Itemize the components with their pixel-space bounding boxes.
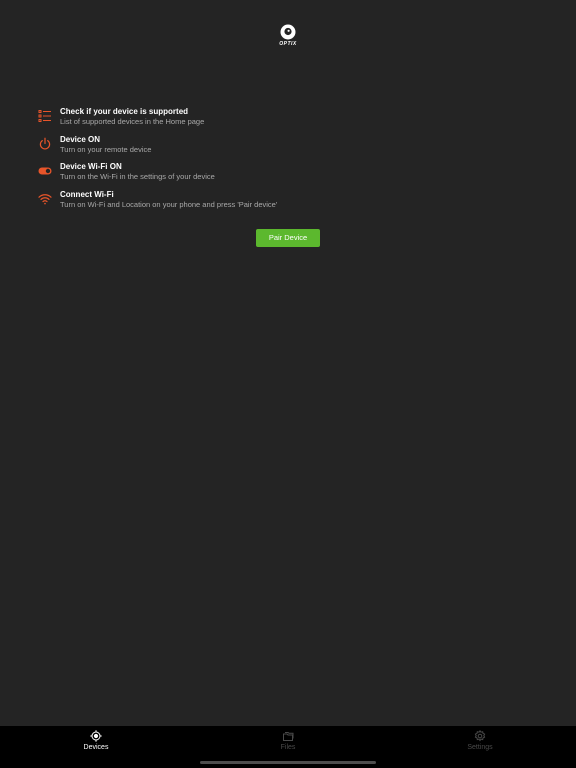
home-indicator[interactable] [200,761,376,764]
tab-label: Settings [467,744,493,751]
optix-logo-icon [280,24,296,40]
step-title: Device Wi-Fi ON [60,162,122,171]
step-item-supported: Check if your device is supported List o… [38,107,538,135]
step-title: Device ON [60,134,101,144]
app-logo: OPTIX [268,24,308,50]
toggle-icon [38,167,52,175]
folder-icon [283,732,294,741]
step-title: Connect Wi-Fi [60,189,114,199]
crosshair-icon [90,730,102,742]
gear-icon [474,730,486,742]
tab-files[interactable]: Files [192,726,384,756]
step-item-connect-wifi: Connect Wi-Fi Turn on Wi-Fi and Location… [38,190,538,218]
step-description: List of supported devices in the Home pa… [60,117,205,126]
checklist-icon [38,110,51,122]
pair-device-button[interactable]: Pair Device [256,229,320,247]
step-description: Turn on your remote device [60,144,152,154]
step-title: Check if your device is supported [60,107,189,116]
tab-label: Devices [83,744,109,751]
step-item-wifi-on: Device Wi-Fi ON Turn on the Wi-Fi in the… [38,162,538,190]
setup-steps-list: Check if your device is supported List o… [38,107,538,217]
bottom-tab-bar: Devices Files Settings [0,726,576,756]
wifi-icon [38,193,52,204]
step-item-device-on: Device ON Turn on your remote device [38,135,538,163]
tab-settings[interactable]: Settings [384,726,576,756]
logo-text: OPTIX [279,41,297,47]
tab-label: Files [280,744,296,751]
step-description: Turn on the Wi-Fi in the settings of you… [60,172,215,181]
power-icon [39,137,51,149]
tab-devices[interactable]: Devices [0,726,192,756]
pairing-screen: OPTIX Check if your device is supported … [0,0,576,768]
step-description: Turn on Wi-Fi and Location on your phone… [60,199,278,209]
